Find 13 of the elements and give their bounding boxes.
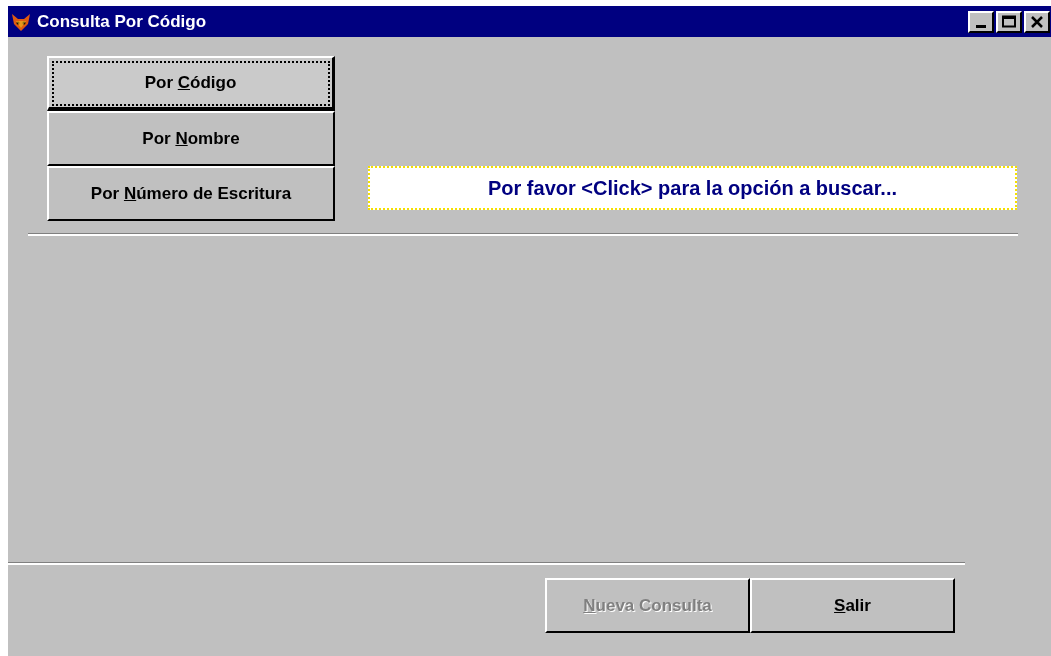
window-title: Consulta Por Código bbox=[37, 10, 208, 33]
option-button[interactable]: Por Código bbox=[47, 56, 335, 111]
maximize-icon bbox=[1002, 15, 1016, 28]
option-button[interactable]: Por Número de Escritura bbox=[47, 166, 335, 221]
option-button[interactable]: Por Nombre bbox=[47, 111, 335, 166]
fox-icon bbox=[11, 11, 31, 32]
minimize-icon bbox=[976, 24, 986, 28]
message-box: Por favor <Click> para la opción a buscar... bbox=[368, 166, 1017, 210]
maximize-button[interactable] bbox=[996, 10, 1022, 33]
close-button[interactable] bbox=[1024, 10, 1050, 33]
close-icon bbox=[1031, 15, 1043, 28]
action-button[interactable]: Salir bbox=[750, 578, 955, 633]
minimize-button[interactable] bbox=[968, 10, 994, 33]
